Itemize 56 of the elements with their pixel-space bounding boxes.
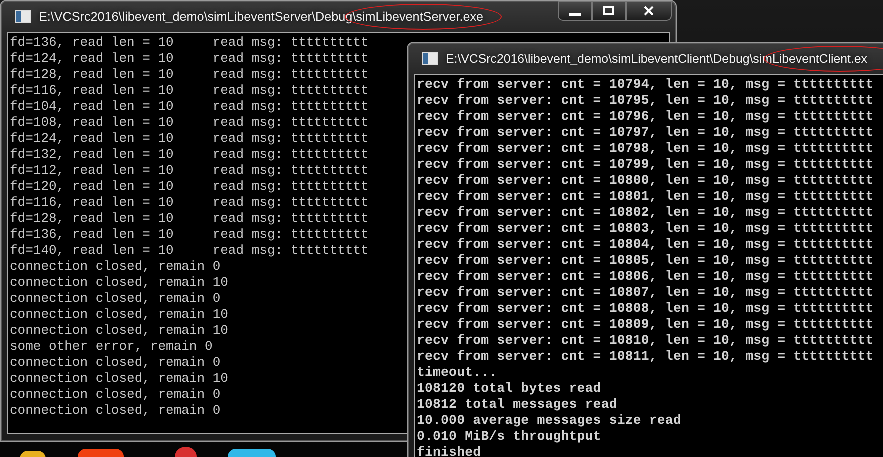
output-line: fd=132, read len = 10 read msg: tttttttttt — [10, 147, 369, 163]
output-line: recv from server: cnt = 10810, len = 10, msg = tttttttttt — [417, 333, 874, 349]
output-line: 108120 total bytes read — [417, 381, 602, 397]
output-line: fd=140, read len = 10 read msg: tttttttttt — [10, 243, 369, 259]
output-line: fd=124, read len = 10 read msg: tttttttttt — [10, 51, 369, 67]
output-line: fd=128, read len = 10 read msg: tttttttttt — [10, 67, 369, 83]
output-line: fd=136, read len = 10 read msg: tttttttttt — [10, 227, 369, 243]
output-line: recv from server: cnt = 10797, len = 10, msg = tttttttttt — [417, 125, 874, 141]
output-line: fd=112, read len = 10 read msg: tttttttttt — [10, 163, 369, 179]
output-line: 10812 total messages read — [417, 397, 618, 413]
output-line: recv from server: cnt = 10795, len = 10, msg = tttttttttt — [417, 93, 874, 109]
output-line: recv from server: cnt = 10794, len = 10, msg = tttttttttt — [417, 77, 874, 93]
output-line: connection closed, remain 10 — [10, 307, 228, 323]
minimize-icon — [569, 13, 581, 16]
output-line: fd=120, read len = 10 read msg: tttttttttt — [10, 179, 369, 195]
output-line: some other error, remain 0 — [10, 339, 213, 355]
output-line: fd=128, read len = 10 read msg: tttttttttt — [10, 211, 369, 227]
output-line: recv from server: cnt = 10809, len = 10, msg = tttttttttt — [417, 317, 874, 333]
output-line: connection closed, remain 10 — [10, 323, 228, 339]
output-line: recv from server: cnt = 10802, len = 10, msg = tttttttttt — [417, 205, 874, 221]
close-button[interactable] — [626, 1, 672, 21]
output-line: recv from server: cnt = 10808, len = 10, msg = tttttttttt — [417, 301, 874, 317]
output-line: recv from server: cnt = 10806, len = 10, msg = tttttttttt — [417, 269, 874, 285]
output-line: connection closed, remain 0 — [10, 291, 221, 307]
output-line: recv from server: cnt = 10800, len = 10, msg = tttttttttt — [417, 173, 874, 189]
output-line: connection closed, remain 0 — [10, 259, 221, 275]
output-line: connection closed, remain 10 — [10, 275, 228, 291]
output-line: timeout... — [417, 365, 498, 381]
output-line: connection closed, remain 0 — [10, 355, 221, 371]
output-line: recv from server: cnt = 10803, len = 10, msg = tttttttttt — [417, 221, 874, 237]
output-line: fd=124, read len = 10 read msg: tttttttttt — [10, 131, 369, 147]
output-line: recv from server: cnt = 10811, len = 10, msg = tttttttttt — [417, 349, 874, 365]
output-line: recv from server: cnt = 10799, len = 10, msg = tttttttttt — [417, 157, 874, 173]
close-icon — [643, 6, 655, 16]
output-line: fd=116, read len = 10 read msg: tttttttttt — [10, 83, 369, 99]
output-line: recv from server: cnt = 10796, len = 10, msg = tttttttttt — [417, 109, 874, 125]
console-icon — [15, 10, 31, 23]
output-line: recv from server: cnt = 10805, len = 10, msg = tttttttttt — [417, 253, 874, 269]
maximize-button[interactable] — [592, 1, 626, 21]
output-line: fd=116, read len = 10 read msg: tttttttttt — [10, 195, 369, 211]
output-line: connection closed, remain 0 — [10, 403, 221, 419]
output-line: recv from server: cnt = 10801, len = 10, msg = tttttttttt — [417, 189, 874, 205]
output-line: connection closed, remain 0 — [10, 387, 221, 403]
output-line: fd=108, read len = 10 read msg: tttttttttt — [10, 115, 369, 131]
output-line: fd=136, read len = 10 read msg: tttttttttt — [10, 35, 369, 51]
output-line: 10.000 average messages size read — [417, 413, 682, 429]
output-line: recv from server: cnt = 10804, len = 10, msg = tttttttttt — [417, 237, 874, 253]
minimize-button[interactable] — [558, 1, 592, 21]
console-icon — [422, 52, 438, 65]
output-line: 0.010 MiB/s throughtput — [417, 429, 602, 445]
maximize-icon — [603, 6, 615, 16]
output-line: connection closed, remain 10 — [10, 371, 228, 387]
output-line: recv from server: cnt = 10798, len = 10, msg = tttttttttt — [417, 141, 874, 157]
output-line: recv from server: cnt = 10807, len = 10, msg = tttttttttt — [417, 285, 874, 301]
output-line: finished — [417, 445, 482, 457]
output-line: fd=104, read len = 10 read msg: tttttttttt — [10, 99, 369, 115]
